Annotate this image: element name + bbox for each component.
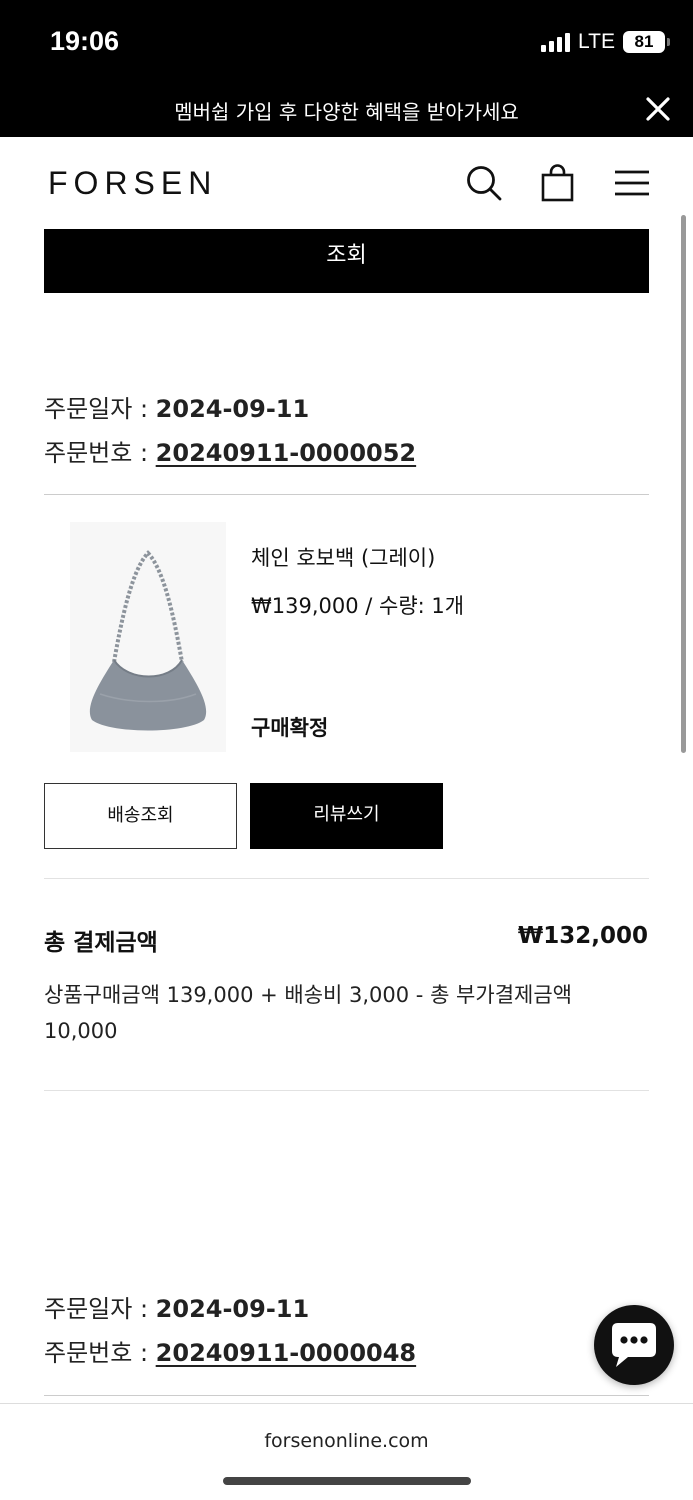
order-number-label: 주문번호 :	[44, 439, 156, 467]
total-payment-value: ₩132,000	[517, 923, 648, 949]
status-time: 19:06	[50, 26, 120, 56]
chat-button[interactable]	[594, 1305, 674, 1385]
order-date: 주문일자 : 2024-09-11	[44, 389, 309, 424]
divider	[44, 1395, 649, 1396]
network-type: LTE	[578, 30, 615, 53]
home-indicator[interactable]	[223, 1477, 471, 1485]
search-icon[interactable]	[464, 163, 504, 203]
write-review-button[interactable]: 리뷰쓰기	[250, 783, 443, 849]
total-payment-label: 총 결제금액	[44, 930, 158, 956]
order-number: 주문번호 : 20240911-0000052	[44, 433, 416, 468]
product-price-quantity: ₩139,000 / 수량: 1개	[251, 594, 465, 618]
track-shipment-button[interactable]: 배송조회	[44, 783, 237, 849]
banner-text: 멤버쉽 가입 후 다양한 혜택을 받아가세요	[174, 100, 519, 124]
site-logo[interactable]: FORSEN	[48, 165, 217, 202]
status-indicators: LTE 81	[541, 30, 670, 54]
signal-icon	[541, 32, 571, 52]
order-status: 구매확정	[251, 716, 329, 740]
order-number: 주문번호 : 20240911-0000048	[44, 1333, 416, 1368]
order-date-value: 2024-09-11	[155, 395, 310, 423]
order-number-label: 주문번호 :	[44, 1339, 156, 1367]
membership-banner: 멤버쉽 가입 후 다양한 혜택을 받아가세요	[0, 82, 693, 137]
order-number-link[interactable]: 20240911-0000048	[156, 1339, 416, 1367]
divider	[44, 494, 649, 495]
chat-bubble-icon	[612, 1323, 656, 1367]
divider	[44, 1090, 649, 1091]
battery-icon: 81	[623, 31, 670, 53]
divider	[44, 878, 649, 879]
site-header: FORSEN	[0, 137, 693, 229]
search-button[interactable]: 조회	[44, 229, 649, 293]
browser-bar: forsenonline.com	[0, 1403, 693, 1500]
scrollbar[interactable]	[681, 215, 686, 753]
close-icon[interactable]	[645, 92, 671, 127]
gray-hobo-bag-image	[89, 550, 207, 731]
order-date-value: 2024-09-11	[155, 1295, 310, 1323]
order-number-link[interactable]: 20240911-0000052	[156, 439, 416, 467]
url-text[interactable]: forsenonline.com	[0, 1430, 693, 1452]
order-date: 주문일자 : 2024-09-11	[44, 1289, 309, 1324]
status-bar: 19:06 LTE 81	[0, 0, 693, 82]
product-name[interactable]: 체인 호보백 (그레이)	[251, 542, 435, 572]
shopping-bag-icon[interactable]	[538, 163, 578, 203]
product-image[interactable]	[70, 522, 226, 752]
order-date-label: 주문일자 :	[44, 395, 156, 423]
payment-breakdown: 상품구매금액 139,000 + 배송비 3,000 - 총 부가결제금액 10…	[44, 983, 572, 1043]
order-date-label: 주문일자 :	[44, 1295, 156, 1323]
menu-icon[interactable]	[612, 163, 652, 203]
